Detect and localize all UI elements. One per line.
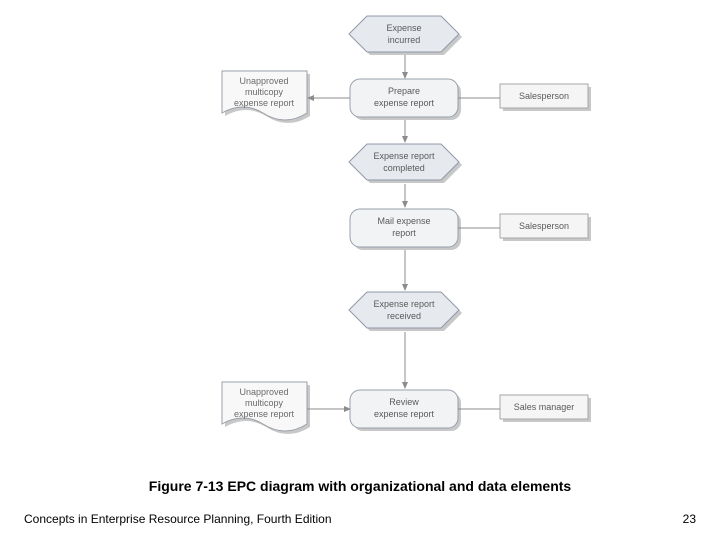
org-salesperson-2: Salesperson [500,214,591,241]
func3-l1: Review [389,397,419,407]
event3-l2: received [387,311,421,321]
org-sales-manager: Sales manager [500,395,591,422]
page-number: 23 [683,512,696,526]
event-expense-report-received: Expense report received [349,292,462,331]
event1-l1: Expense [386,23,421,33]
doc-unapproved-2: Unapproved multicopy expense report [222,382,310,434]
func1-l1: Prepare [388,86,420,96]
doc1-l1: Unapproved [239,76,288,86]
function-review-expense-report: Review expense report [350,390,461,431]
event-expense-incurred: Expense incurred [349,16,462,55]
slide: { "caption": "Figure 7-13 EPC diagram wi… [0,0,720,540]
doc2-l3: expense report [234,409,295,419]
doc1-l2: multicopy [245,87,284,97]
func2-l2: report [392,228,416,238]
event3-l1: Expense report [373,299,435,309]
func2-l1: Mail expense [377,216,430,226]
event-expense-report-completed: Expense report completed [349,144,462,183]
func1-l2: expense report [374,98,435,108]
org-salesperson-1: Salesperson [500,84,591,111]
event1-l2: incurred [388,35,421,45]
epc-diagram: Expense incurred Prepare expense report … [0,0,720,480]
func3-l2: expense report [374,409,435,419]
figure-caption: Figure 7-13 EPC diagram with organizatio… [0,478,720,494]
doc1-l3: expense report [234,98,295,108]
doc-unapproved-1: Unapproved multicopy expense report [222,71,310,123]
footer-text: Concepts in Enterprise Resource Planning… [24,512,332,526]
event2-l2: completed [383,163,425,173]
function-prepare-expense-report: Prepare expense report [350,79,461,120]
doc2-l1: Unapproved [239,387,288,397]
org1-label: Salesperson [519,91,569,101]
function-mail-expense-report: Mail expense report [350,209,461,250]
event2-l1: Expense report [373,151,435,161]
org3-label: Sales manager [514,402,575,412]
doc2-l2: multicopy [245,398,284,408]
org2-label: Salesperson [519,221,569,231]
